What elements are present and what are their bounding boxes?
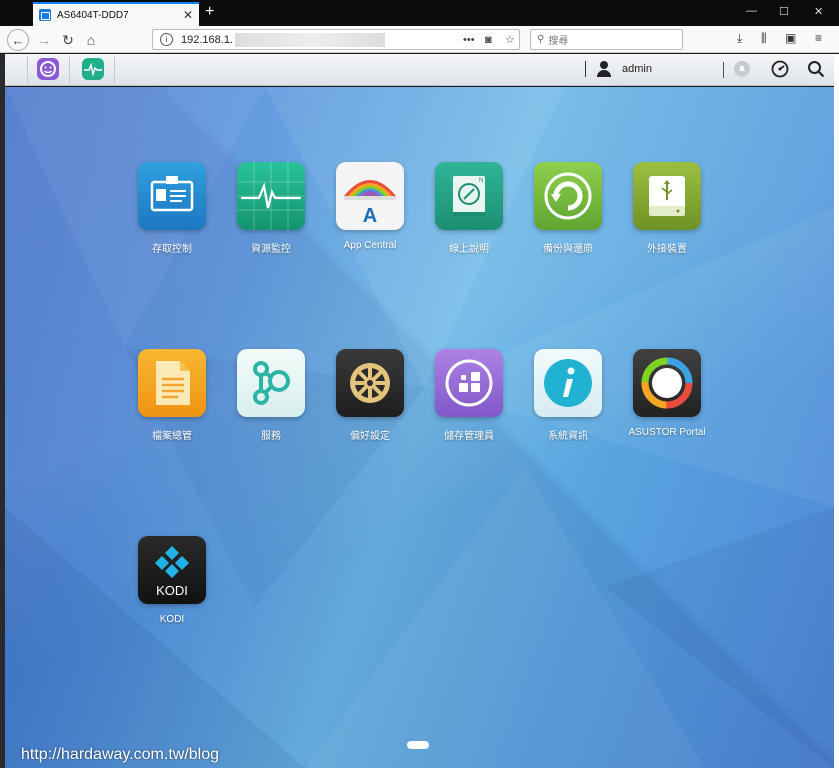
app-label: 檔案總管 <box>152 431 192 442</box>
app-file-explorer[interactable]: 檔案總管 <box>122 349 222 442</box>
minimize-icon[interactable]: — <box>746 5 757 17</box>
kodi-logo-text: KODI <box>156 583 188 598</box>
app-label: 存取控制 <box>152 244 192 255</box>
asustor-favicon-icon <box>39 9 51 21</box>
menu-icon[interactable]: ≡ <box>815 31 822 45</box>
dashboard-gauge-icon[interactable] <box>771 60 789 78</box>
kodi-icon: KODI <box>138 536 206 604</box>
user-divider <box>585 61 586 77</box>
adm-desktop: 存取控制 資源監控 A App Central N 線上說明 備份與還原 外接裝… <box>5 87 834 768</box>
app-label: 偏好設定 <box>350 431 390 442</box>
app-label: 外接裝置 <box>647 244 687 255</box>
sidebar-icon[interactable]: ▣ <box>785 31 796 45</box>
app-access-control[interactable]: 存取控制 <box>122 162 222 255</box>
app-central-icon: A <box>336 162 404 230</box>
svg-text:N: N <box>479 178 483 184</box>
app-label: 服務 <box>261 431 281 442</box>
username-label: admin <box>622 63 652 75</box>
taskbar-app-face-icon[interactable] <box>37 58 59 80</box>
adm-taskbar: admin <box>5 54 834 86</box>
user-menu[interactable]: admin <box>585 61 652 77</box>
app-online-help[interactable]: N 線上說明 <box>419 162 519 255</box>
new-tab-button[interactable]: + <box>205 3 214 21</box>
taskbar-divider <box>27 56 28 84</box>
taskbar-divider <box>114 56 115 84</box>
app-app-central[interactable]: A App Central <box>320 162 420 251</box>
app-asustor-portal[interactable]: ASUSTOR Portal <box>617 349 717 438</box>
online-help-icon: N <box>435 162 503 230</box>
maximize-icon[interactable]: ☐ <box>779 5 789 18</box>
notification-bell-icon[interactable] <box>733 60 751 78</box>
tab-title: AS6404T-DDD7 <box>57 9 129 21</box>
app-label: 儲存管理員 <box>444 431 494 442</box>
app-backup-restore[interactable]: 備份與還原 <box>518 162 618 255</box>
app-label: 資源監控 <box>251 244 291 255</box>
search-input[interactable]: ⚲ 搜尋 <box>530 29 683 50</box>
url-text: 192.168.1. <box>181 33 233 46</box>
library-icon[interactable]: ⫼ <box>761 31 767 46</box>
services-icon <box>237 349 305 417</box>
watermark-text: http://hardaway.com.tw/blog <box>21 746 220 763</box>
download-icon[interactable]: ⤓ <box>737 31 742 46</box>
pocket-icon[interactable]: ◙ <box>485 34 492 46</box>
search-icon: ⚲ <box>537 34 545 45</box>
app-label: ASUSTOR Portal <box>628 427 706 438</box>
preferences-icon <box>336 349 404 417</box>
browser-nav-bar: ← → ↻ ⌂ i 192.168.1. ••• ◙ ☆ ⚲ 搜尋 ⤓ ⫼ ▣ … <box>0 26 839 53</box>
app-services[interactable]: 服務 <box>221 349 321 442</box>
search-placeholder: 搜尋 <box>548 36 569 47</box>
app-external-devices[interactable]: 外接裝置 <box>617 162 717 255</box>
svg-text:A: A <box>363 205 377 227</box>
app-storage-manager[interactable]: 儲存管理員 <box>419 349 519 442</box>
app-label: 系統資訊 <box>548 431 588 442</box>
browser-tab-bar: AS6404T-DDD7 ✕ + — ☐ ✕ <box>0 0 839 26</box>
app-label: KODI <box>159 614 185 625</box>
user-avatar-icon <box>596 61 612 77</box>
asustor-portal-icon <box>633 349 701 417</box>
browser-tab[interactable]: AS6404T-DDD7 ✕ <box>33 2 199 26</box>
taskbar-divider <box>723 62 724 78</box>
app-resource-monitor[interactable]: 資源監控 <box>221 162 321 255</box>
home-icon[interactable]: ⌂ <box>80 29 102 51</box>
backup-restore-icon <box>534 162 602 230</box>
storage-manager-icon <box>435 349 503 417</box>
app-preferences[interactable]: 偏好設定 <box>320 349 420 442</box>
app-system-info[interactable]: 系統資訊 <box>518 349 618 442</box>
search-icon[interactable] <box>807 60 825 78</box>
right-edge <box>834 54 839 768</box>
app-label: App Central <box>343 240 397 251</box>
file-explorer-icon <box>138 349 206 417</box>
page-actions-icon[interactable]: ••• <box>463 34 475 46</box>
external-devices-icon <box>633 162 701 230</box>
back-arrow-icon[interactable]: ← <box>7 29 29 51</box>
app-label: 線上說明 <box>449 244 489 255</box>
site-info-icon[interactable]: i <box>160 33 173 46</box>
tab-close-icon[interactable]: ✕ <box>183 8 193 22</box>
reload-icon[interactable]: ↻ <box>57 29 79 51</box>
access-control-icon <box>138 162 206 230</box>
taskbar-divider <box>69 56 70 84</box>
bookmark-star-icon[interactable]: ☆ <box>505 33 515 46</box>
close-window-icon[interactable]: ✕ <box>814 5 823 18</box>
url-bar[interactable]: i 192.168.1. ••• ◙ ☆ <box>152 29 520 50</box>
url-redacted <box>235 32 385 47</box>
taskbar-resource-monitor-icon[interactable] <box>82 58 104 80</box>
app-kodi[interactable]: KODI KODI <box>122 536 222 625</box>
page-indicator[interactable] <box>407 741 429 749</box>
system-info-icon <box>534 349 602 417</box>
forward-arrow-icon[interactable]: → <box>33 29 55 51</box>
resource-monitor-icon <box>237 162 305 230</box>
app-label: 備份與還原 <box>543 244 593 255</box>
